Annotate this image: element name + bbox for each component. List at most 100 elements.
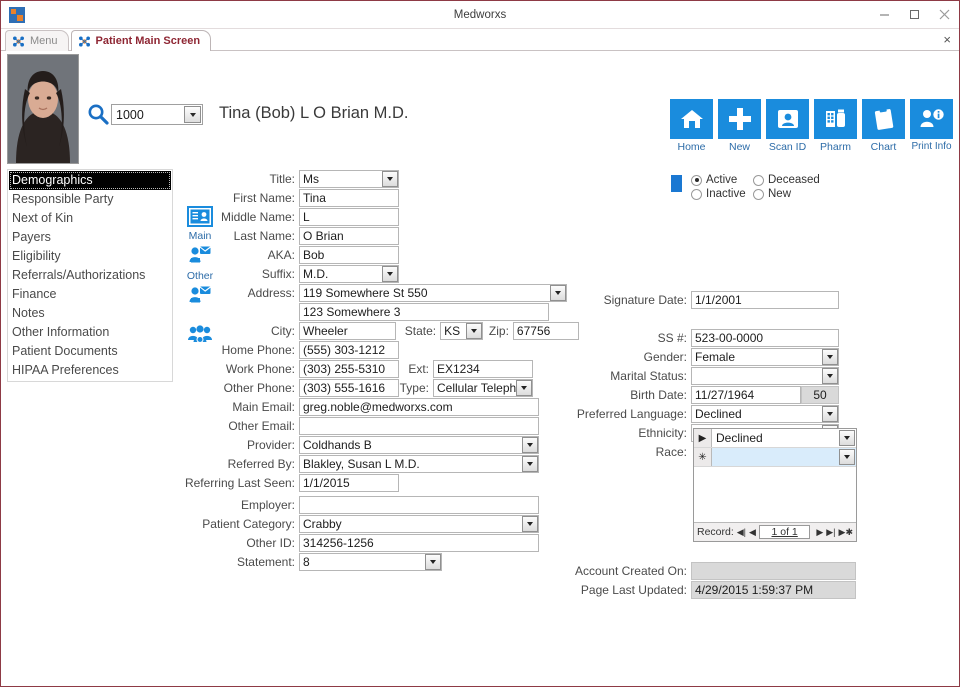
chevron-down-icon[interactable] [522,437,538,453]
tab-menu-label: Menu [30,35,58,47]
field-row-page-updated: Page Last Updated: 4/29/2015 1:59:37 PM [561,580,861,599]
new-record-button[interactable]: ▶✱ [839,527,853,538]
input-address-line2[interactable]: 123 Somewhere 3 [299,303,549,321]
new-record-icon: ✳ [694,448,712,466]
input-other-phone[interactable]: (303) 555-1616 [299,379,399,397]
toolbar-button-print-info[interactable]: Print Info [910,99,953,153]
toolbar-button-scan-id[interactable]: Scan ID [766,99,809,153]
people-group-icon [188,325,212,343]
input-work-phone[interactable]: (303) 255-5310 [299,360,399,378]
chevron-down-icon[interactable] [839,449,855,465]
record-position[interactable]: 1 of 1 [759,525,810,539]
chevron-down-icon[interactable] [822,368,838,384]
input-marital-status[interactable] [691,367,839,385]
chevron-down-icon[interactable] [522,516,538,532]
other-contact-icon-wrap[interactable] [185,246,215,269]
input-city[interactable]: Wheeler [299,322,396,340]
input-aka[interactable]: Bob [299,246,399,264]
input-first-name[interactable]: Tina [299,189,399,207]
main-contact-icon-wrap[interactable] [185,206,215,229]
patient-id-combo[interactable]: 1000 [111,104,203,125]
chevron-down-icon[interactable] [522,456,538,472]
maximize-button[interactable] [899,1,929,28]
chevron-down-icon[interactable] [425,554,441,570]
group-icon-wrap[interactable] [185,325,215,348]
input-phone-type[interactable]: Cellular Telephc [433,379,533,397]
chevron-down-icon[interactable] [822,406,838,422]
label-last-name: Last Name: [219,229,299,243]
label-patient-category: Patient Category: [195,517,299,531]
input-gender[interactable]: Female [691,348,839,366]
input-provider[interactable]: Coldhands B [299,436,539,454]
chevron-down-icon[interactable] [822,349,838,365]
sidebar-item-payers[interactable]: Payers [9,228,171,247]
sidebar-item-hipaa-preferences[interactable]: HIPAA Preferences [9,361,171,380]
input-state[interactable]: KS [440,322,483,340]
last-record-button[interactable]: ▶| [826,527,835,538]
sidebar-item-demographics[interactable]: Demographics [9,171,171,190]
minimize-button[interactable] [869,1,899,28]
sidebar-item-other-information[interactable]: Other Information [9,323,171,342]
input-referring-last-seen[interactable]: 1/1/2015 [299,474,399,492]
secondary-contact-icon-wrap[interactable] [185,286,215,309]
input-preferred-language[interactable]: Declined [691,405,839,423]
field-row-first-name: First Name: Tina [219,188,579,207]
sidebar-item-referrals-authorizations[interactable]: Referrals/Authorizations [9,266,171,285]
race-value[interactable]: Declined [712,431,839,445]
input-middle-name[interactable]: L [299,208,399,226]
chevron-down-icon[interactable] [839,430,855,446]
label-account-created: Account Created On: [561,564,691,578]
input-other-email[interactable] [299,417,539,435]
chevron-down-icon[interactable] [382,171,398,187]
sidebar-item-notes[interactable]: Notes [9,304,171,323]
chevron-down-icon[interactable] [382,266,398,282]
label-home-phone: Home Phone: [219,343,299,357]
input-main-email[interactable]: greg.noble@medworxs.com [299,398,539,416]
input-employer[interactable] [299,496,539,514]
input-suffix[interactable]: M.D. [299,265,399,283]
chevron-down-icon[interactable] [516,380,532,396]
sidebar-item-patient-documents[interactable]: Patient Documents [9,342,171,361]
input-ss[interactable]: 523-00-0000 [691,329,839,347]
chevron-down-icon[interactable] [184,106,201,123]
sidebar-item-responsible-party[interactable]: Responsible Party [9,190,171,209]
input-patient-category[interactable]: Crabby [299,515,539,533]
tab-patient-main-screen[interactable]: Patient Main Screen [71,30,212,51]
toolbar-button-chart[interactable]: Chart [862,99,905,153]
race-row-new[interactable]: ✳ [694,448,856,467]
patient-name: Tina (Bob) L O Brian M.D. [219,104,409,123]
patient-photo[interactable] [7,54,79,164]
input-birth-date[interactable]: 11/27/1964 [691,386,801,404]
input-referred-by[interactable]: Blakley, Susan L M.D. [299,455,539,473]
sidebar-item-finance[interactable]: Finance [9,285,171,304]
toolbar-label-home: Home [670,141,713,153]
input-other-id[interactable]: 314256-1256 [299,534,539,552]
toolbar-label-pharm: Pharm [814,141,857,153]
next-record-button[interactable]: ▶ [816,527,823,538]
chevron-down-icon[interactable] [466,323,482,339]
toolbar-button-home[interactable]: Home [670,99,713,153]
patient-id-value[interactable]: 1000 [112,108,184,122]
input-signature-date[interactable]: 1/1/2001 [691,291,839,309]
input-title[interactable]: Ms [299,170,399,188]
toolbar-button-new[interactable]: New [718,99,761,153]
sidebar-item-next-of-kin[interactable]: Next of Kin [9,209,171,228]
input-home-phone[interactable]: (555) 303-1212 [299,341,399,359]
patient-header: 1000 Tina (Bob) L O Brian M.D. Home [1,51,959,169]
race-row-current[interactable]: ▶ Declined [694,429,856,448]
value-first-name: Tina [303,191,398,205]
search-icon[interactable] [87,103,109,125]
first-record-button[interactable]: ◀| [737,527,746,538]
toolbar-button-pharm[interactable]: Pharm [814,99,857,153]
label-aka: AKA: [219,248,299,262]
value-birth-date: 11/27/1964 [695,388,800,402]
input-ext[interactable]: EX1234 [433,360,533,378]
input-statement[interactable]: 8 [299,553,442,571]
tab-menu[interactable]: Menu [5,30,69,51]
input-address-line1[interactable]: 119 Somewhere St 550 [299,284,567,302]
previous-record-button[interactable]: ◀ [749,527,756,538]
input-last-name[interactable]: O Brian [299,227,399,245]
close-button[interactable] [929,1,959,28]
sidebar-item-eligibility[interactable]: Eligibility [9,247,171,266]
tab-close-button[interactable]: × [943,33,951,46]
